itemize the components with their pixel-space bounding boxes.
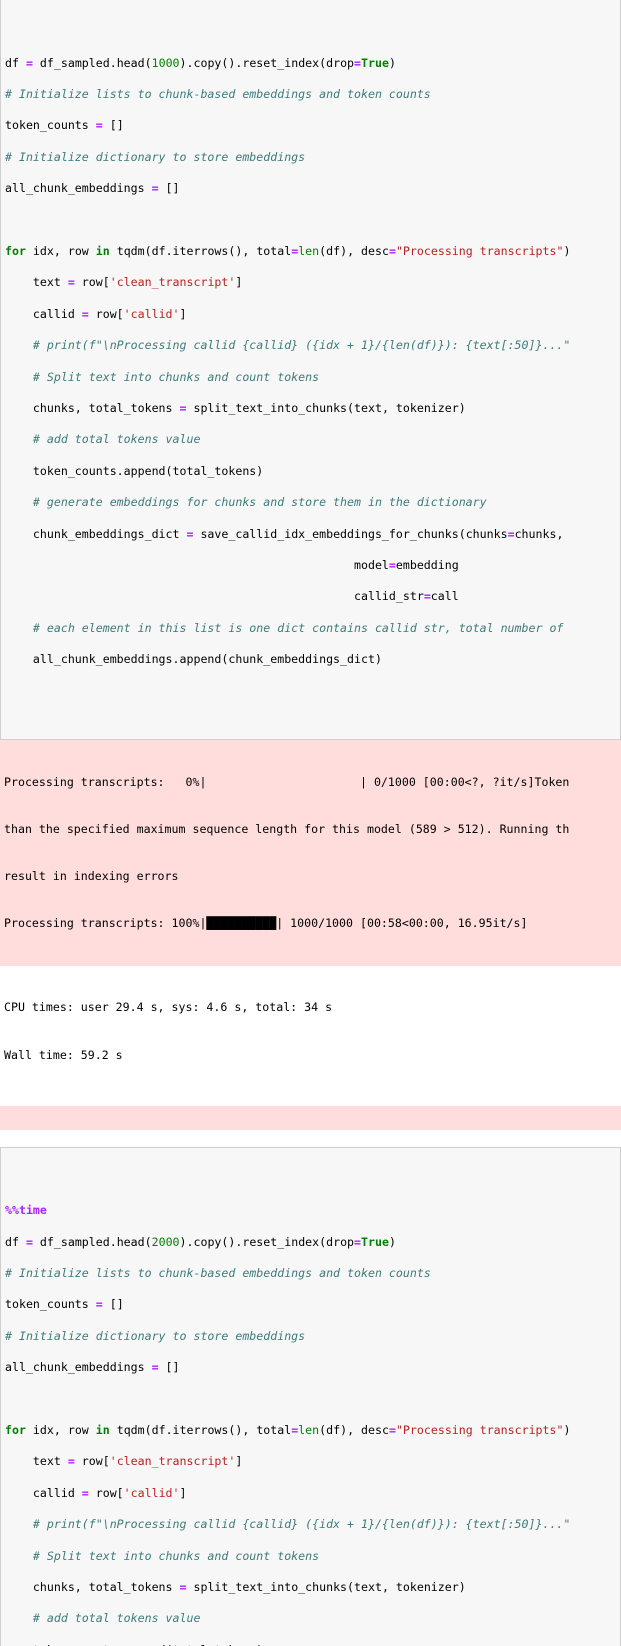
code-line: chunks, total_tokens = split_text_into_c… <box>5 401 466 415</box>
code-line: callid = row['callid'] <box>5 306 187 321</box>
code-line: all_chunk_embeddings = [] <box>5 181 180 196</box>
warning-line-2: than the specified maximum sequence leng… <box>4 821 570 836</box>
code-line: # add total tokens value <box>5 1611 201 1626</box>
code-line: # Initialize lists to chunk-based embedd… <box>5 1266 431 1281</box>
code-line: model=embedding <box>5 557 459 572</box>
cell-1-stderr-output: Processing transcripts: 0%| | 0/1000 [00… <box>0 740 621 966</box>
code-line: df = df_sampled.head(2000).copy().reset_… <box>5 1234 396 1249</box>
code-line: text = row['clean_transcript'] <box>5 1454 243 1469</box>
code-line-magic: %%time <box>5 1203 47 1218</box>
code-cell-1[interactable]: df = df_sampled.head(1000).copy().reset_… <box>0 0 621 741</box>
code-cell-2[interactable]: %%time df = df_sampled.head(2000).copy()… <box>0 1146 621 1646</box>
code-cell-1-source[interactable]: df = df_sampled.head(1000).copy().reset_… <box>1 38 620 701</box>
cell-1-empty-stderr-block <box>0 1105 621 1130</box>
wall-time-line: Wall time: 59.2 s <box>4 1047 123 1062</box>
code-line: callid = row['callid'] <box>5 1485 187 1500</box>
code-line: # generate embeddings for chunks and sto… <box>5 495 487 510</box>
code-line: for idx, row in tqdm(df.iterrows(), tota… <box>5 244 571 259</box>
code-line: all_chunk_embeddings = [] <box>5 1360 180 1375</box>
code-line: # add total tokens value <box>5 432 201 447</box>
code-line: chunk_embeddings_dict = save_callid_idx_… <box>5 526 564 541</box>
code-line: token_counts.append(total_tokens) <box>5 1643 620 1646</box>
notebook-container: df = df_sampled.head(1000).copy().reset_… <box>0 0 621 1646</box>
code-line: token_counts = [] <box>5 1297 124 1312</box>
code-line: # each element in this list is one dict … <box>5 620 564 635</box>
code-line: chunks, total_tokens = split_text_into_c… <box>5 1579 466 1594</box>
code-line: all_chunk_embeddings.append(chunk_embedd… <box>5 652 382 667</box>
code-line: # print(f"\nProcessing callid {callid} (… <box>5 1517 571 1532</box>
code-line: # Split text into chunks and count token… <box>5 369 320 384</box>
progress-line-start: Processing transcripts: 0%| | 0/1000 [00… <box>4 774 570 789</box>
code-line: df = df_sampled.head(1000).copy().reset_… <box>5 55 396 70</box>
progress-line-complete: Processing transcripts: 100%|██████████|… <box>4 915 528 930</box>
code-line: callid_str=call <box>5 589 459 604</box>
cell-1-stdout-output: CPU times: user 29.4 s, sys: 4.6 s, tota… <box>0 966 621 1098</box>
code-line: text = row['clean_transcript'] <box>5 275 243 290</box>
output-spacer <box>0 1097 621 1106</box>
code-line: # Split text into chunks and count token… <box>5 1548 320 1563</box>
code-line: # Initialize lists to chunk-based embedd… <box>5 87 431 102</box>
code-line: # Initialize dictionary to store embeddi… <box>5 149 306 164</box>
code-line: for idx, row in tqdm(df.iterrows(), tota… <box>5 1423 571 1438</box>
code-line: # print(f"\nProcessing callid {callid} (… <box>5 338 571 353</box>
code-line: token_counts = [] <box>5 118 124 133</box>
cpu-times-line: CPU times: user 29.4 s, sys: 4.6 s, tota… <box>4 1000 333 1015</box>
code-line: token_counts.append(total_tokens) <box>5 463 264 478</box>
cell-gap <box>0 1129 621 1147</box>
code-line: # Initialize dictionary to store embeddi… <box>5 1328 306 1343</box>
warning-line-3: result in indexing errors <box>4 868 179 883</box>
code-cell-2-source[interactable]: %%time df = df_sampled.head(2000).copy()… <box>1 1186 620 1646</box>
